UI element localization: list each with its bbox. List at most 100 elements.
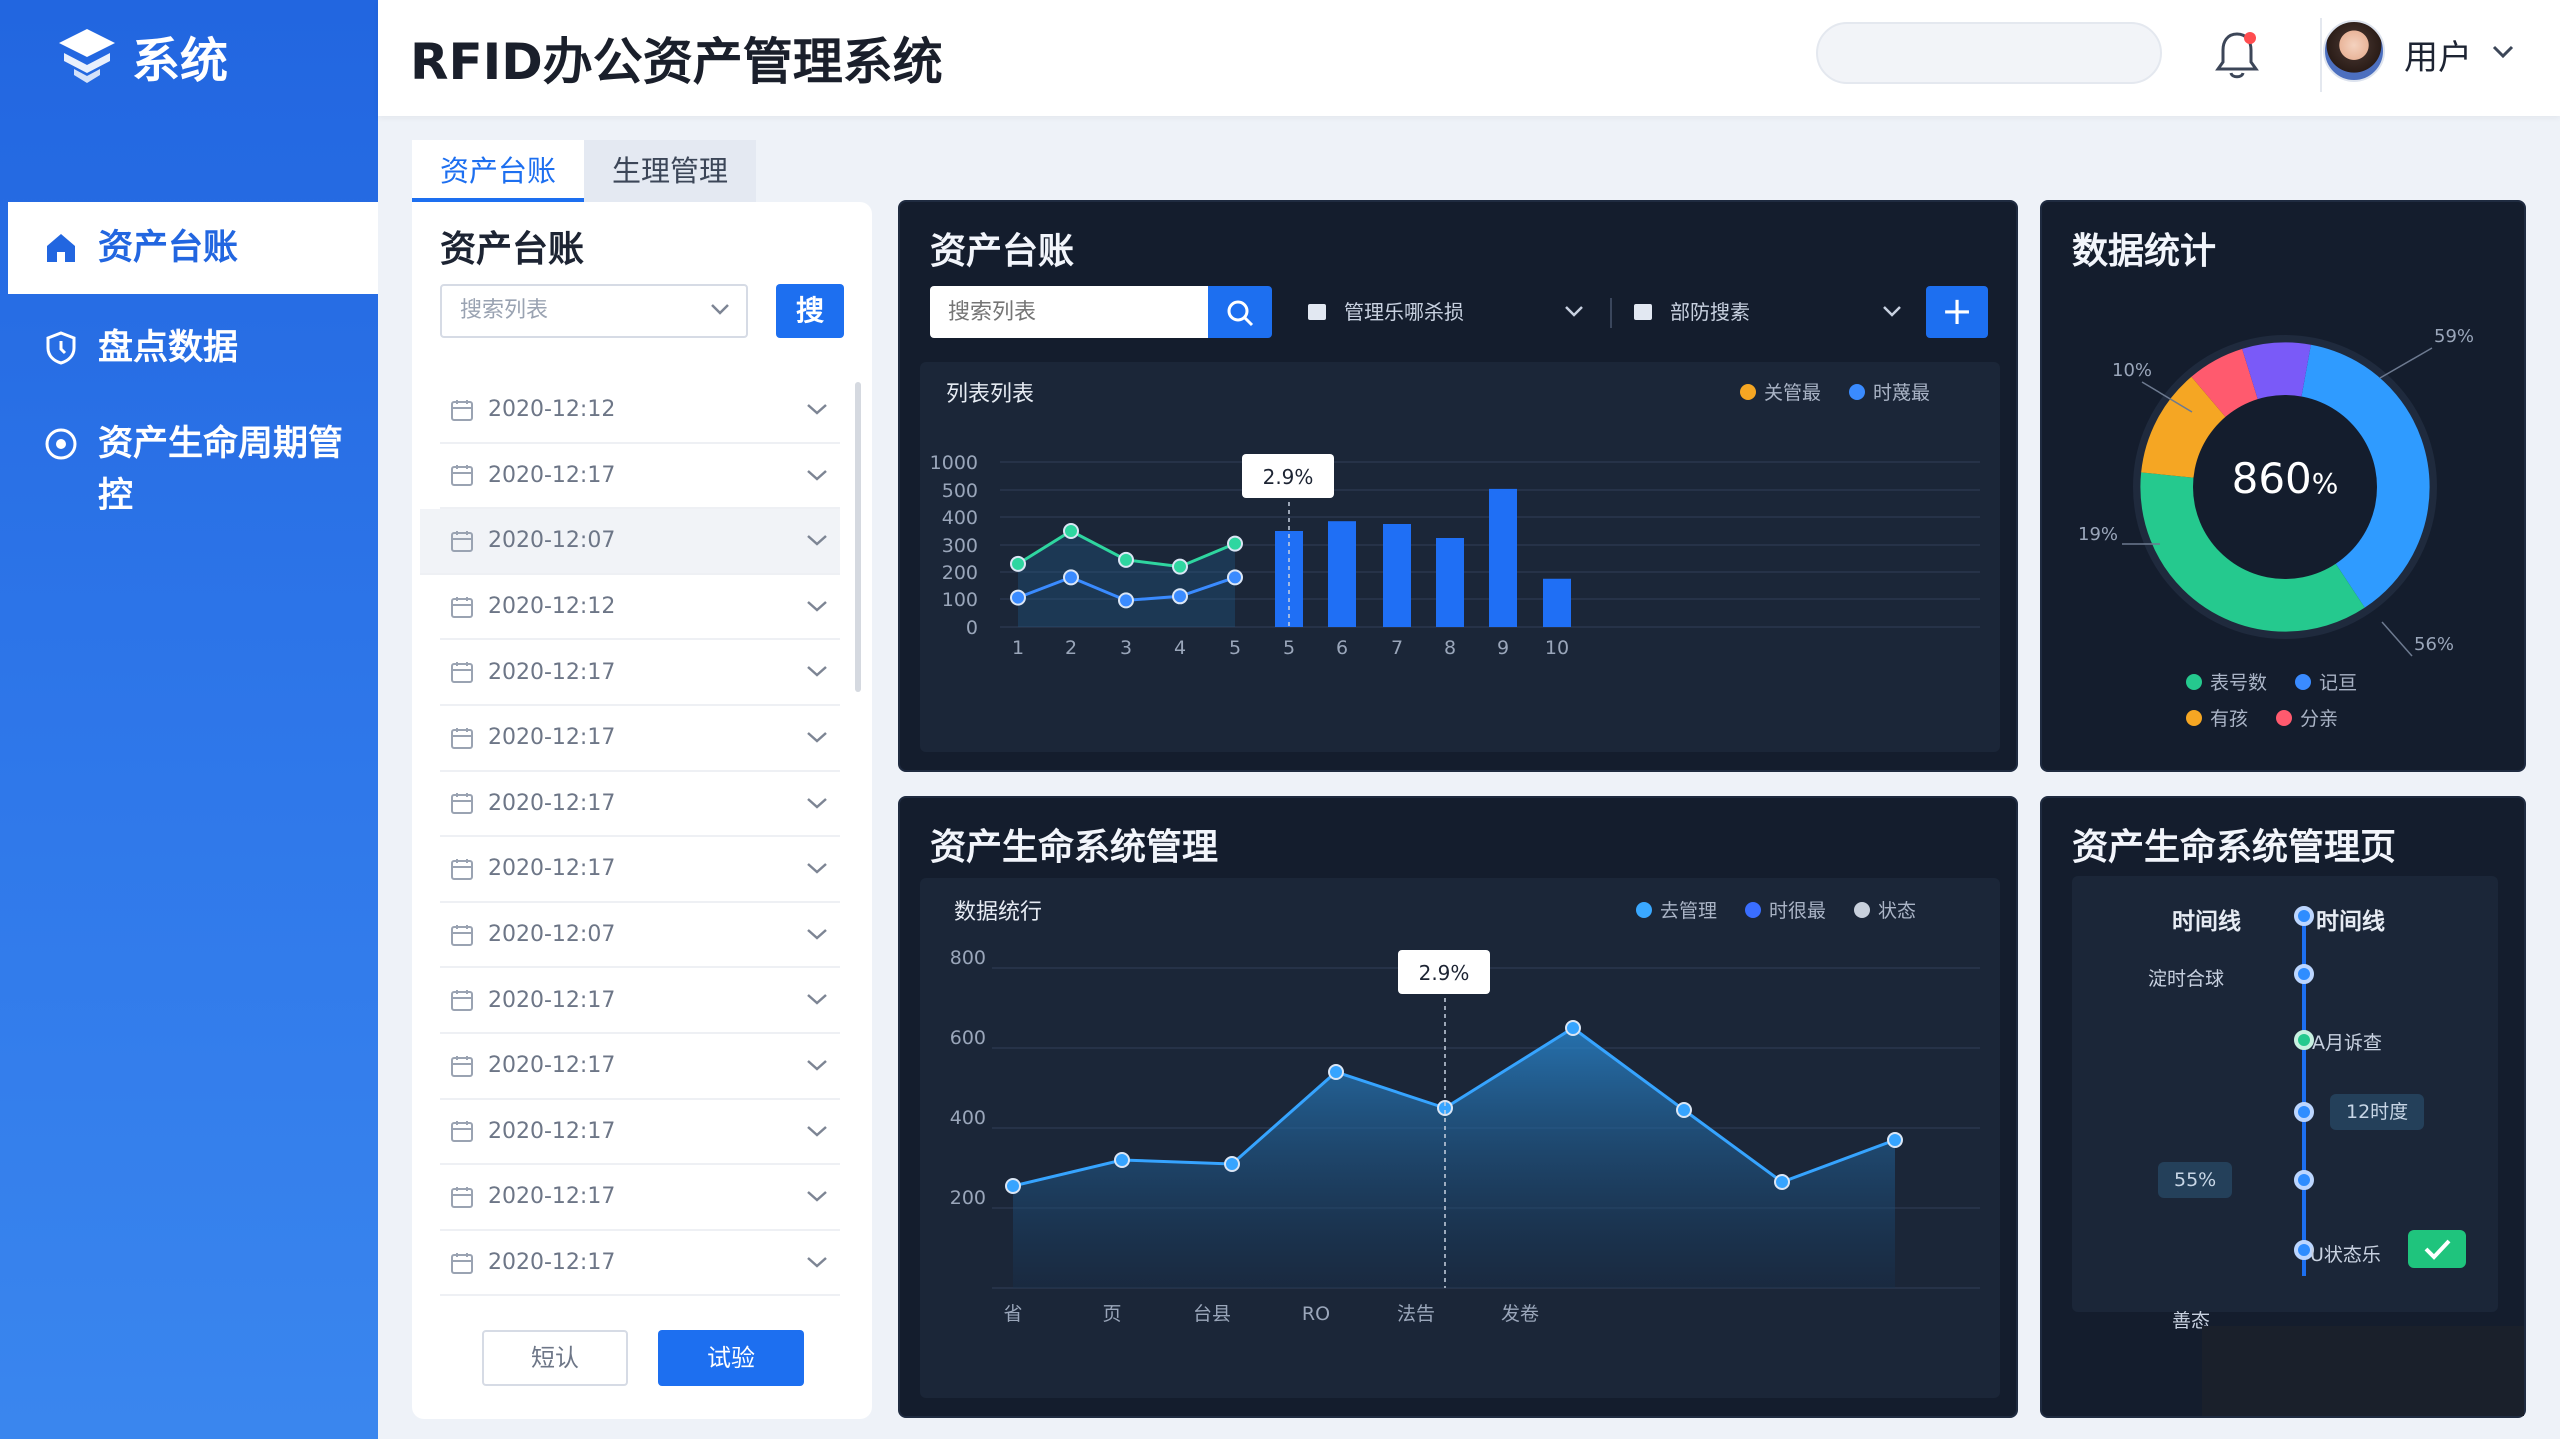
bar [1383,524,1411,627]
list-item[interactable]: 2020-12:17 [440,968,840,1034]
x-tick-label: 法告 [1397,1303,1435,1325]
tab-asset-ledger[interactable]: 资产台账 [412,140,585,202]
global-search-input[interactable] [1816,22,2162,84]
list-search-button[interactable]: 搜 [776,284,844,338]
divider [2320,18,2322,92]
y-tick-label: 600 [950,1027,986,1049]
x-tick-label: 1 [1012,637,1024,659]
y-tick-label: 100 [942,589,978,611]
x-tick-label: 2 [1065,637,1077,659]
avatar[interactable] [2323,20,2385,82]
list-item-date: 2020-12:17 [488,856,616,882]
list-item[interactable]: 2020-12:17 [440,1231,840,1297]
calendar-icon [451,793,473,815]
chevron-down-icon [807,928,827,940]
sidebar-item-inventory-data[interactable]: 盘点数据 [8,322,378,374]
list-item-date: 2020-12:12 [488,397,616,423]
chevron-down-icon [807,732,827,743]
list-item[interactable]: 2020-12:17 [440,1100,840,1166]
list-item[interactable]: 2020-12:17 [440,1034,840,1100]
data-point [1118,551,1134,568]
calendar-icon [451,1186,473,1208]
list-item-date: 2020-12:07 [488,922,616,948]
folder-icon [1634,304,1652,320]
bar-line-chart: 0 100 200 300 400 500 1000 1 2 3 4 5 5 6 7 8 9 10 2.9% [930,452,1980,659]
bell-icon[interactable] [2212,28,2262,82]
chevron-down-icon [807,469,827,481]
chevron-down-icon [807,1060,827,1071]
data-point [1063,569,1079,586]
list-item[interactable]: 2020-12:17 [440,772,840,838]
list-item[interactable]: 2020-12:07 [440,903,840,969]
bar [1328,521,1356,627]
list-item[interactable]: 2020-12:17 [440,1165,840,1231]
bar [1436,538,1464,627]
list-item[interactable]: 2020-12:17 [440,706,840,772]
calendar-icon [451,530,473,552]
center-unit: % [2311,467,2339,500]
y-tick-label: 1000 [930,452,978,474]
sidebar: 系统 资产台账 盘点数据 资产生命周期管控 [0,0,378,1439]
timeline-dot [2294,964,2314,984]
list-item-date: 2020-12:17 [488,725,616,751]
sidebar-item-asset-ledger[interactable]: 资产台账 [8,202,378,294]
list-item-date: 2020-12:17 [488,1118,616,1144]
tab-bar: 资产台账 生理管理 [412,140,757,202]
panel-title: 资产台账 [440,229,585,270]
bar [1543,578,1571,627]
x-tick-label: 6 [1336,637,1348,659]
status-check-badge[interactable] [2408,1230,2466,1268]
data-point [1227,535,1243,552]
list-filter-select[interactable]: 搜索列表 [440,284,748,338]
management-dropdown[interactable]: 管理乐哪杀损 [1298,286,1588,338]
chevron-down-icon [1883,306,1901,317]
app-logo[interactable]: 系统 [56,24,228,89]
timeline-dot [2294,906,2314,926]
callout-label: 56% [2414,634,2454,655]
confirm-button[interactable]: 试验 [658,1330,804,1386]
data-point [1005,1178,1021,1194]
timeline-area: 时间线 时间线 淀时合球 A月诉查 12时度 55% U状态乐 [2072,876,2498,1312]
calendar-icon [451,1121,473,1143]
ledger-search-button[interactable] [1208,286,1272,338]
card-title: 资产台账 [930,231,1075,272]
legend-label: 表号数 [2210,672,2268,694]
y-tick-label: 300 [942,535,978,557]
x-tick-label: 8 [1444,637,1456,659]
callout-label: 59% [2434,326,2474,347]
data-point [1010,555,1026,572]
list-item[interactable]: 2020-12:12 [440,575,840,641]
list-item[interactable]: 2020-12:07 [420,509,840,575]
chevron-down-icon [807,535,827,546]
list-item[interactable]: 2020-12:17 [440,837,840,903]
chevron-down-icon [807,1125,827,1137]
x-tick-label: 省 [1003,1303,1022,1325]
legend-label: 分亲 [2300,708,2339,730]
chevron-down-icon[interactable] [2491,44,2515,60]
tab-management[interactable]: 生理管理 [584,140,757,202]
y-tick-label: 400 [950,1107,986,1129]
legend-dot [2186,709,2202,726]
sidebar-item-lifecycle[interactable]: 资产生命周期管控 [8,418,348,522]
data-point [1063,523,1079,539]
x-tick-label: 发卷 [1501,1303,1539,1325]
cancel-button[interactable]: 短认 [482,1330,628,1386]
data-point [1114,1152,1130,1168]
x-tick-label: 台县 [1193,1303,1231,1325]
ledger-search-input[interactable] [930,286,1208,338]
divider [1610,298,1612,328]
list-item[interactable]: 2020-12:12 [440,378,840,444]
donut-legend: 表号数 记亘 [2186,668,2357,695]
data-point [1010,589,1026,606]
chevron-down-icon [807,666,827,678]
department-dropdown[interactable]: 部防搜素 [1624,286,1906,338]
scrollbar[interactable] [855,382,861,692]
y-tick-label: 800 [950,947,986,969]
list-item[interactable]: 2020-12:17 [440,444,840,510]
list-item[interactable]: 2020-12:17 [440,640,840,706]
asset-ledger-card: 资产台账 管理乐哪杀损 部防搜素 + 列表列表 关管最 时蔑最 01002003… [898,200,2018,772]
user-name[interactable]: 用户 [2404,30,2472,79]
legend-label: 有孩 [2210,708,2249,730]
add-button[interactable]: + [1926,286,1988,338]
list-item-date: 2020-12:17 [488,1053,616,1079]
